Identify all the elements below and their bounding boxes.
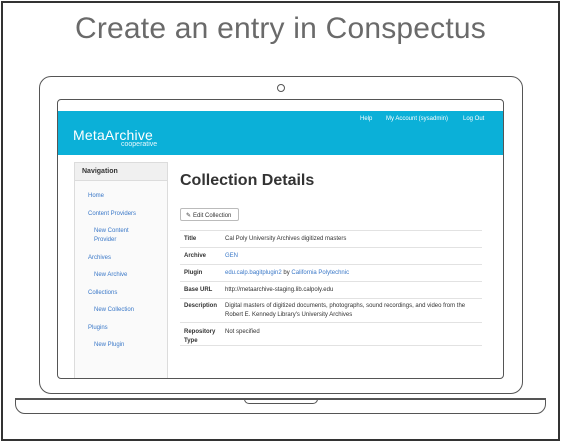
sidebar-item-new-content-provider[interactable]: New Content Provider [94, 227, 144, 244]
detail-row-title: Title Cal Poly University Archives digit… [180, 230, 482, 247]
slide-title: Create an entry in Conspectus [74, 12, 487, 45]
detail-label: Repository Type [184, 329, 216, 344]
detail-value: Cal Poly University Archives digitized m… [225, 236, 347, 242]
laptop-screen: MetaArchive cooperative Help My Account … [57, 99, 504, 379]
help-link[interactable]: Help [360, 116, 372, 122]
detail-label: Archive [184, 253, 207, 259]
my-account-link[interactable]: My Account (sysadmin) [386, 116, 448, 122]
edit-collection-button[interactable]: ✎ Edit Collection [180, 208, 239, 221]
detail-value: edu.calp.bagitplugin2 by California Poly… [225, 269, 480, 278]
detail-label: Base URL [184, 287, 213, 293]
detail-value: Not specified [225, 329, 260, 335]
detail-row-archive: Archive GEN [180, 247, 482, 264]
detail-row-plugin: Plugin edu.calp.bagitplugin2 by Californ… [180, 264, 482, 281]
detail-label: Description [184, 303, 218, 309]
laptop-notch [244, 399, 318, 404]
detail-label: Title [184, 236, 197, 242]
sidebar-item-new-archive[interactable]: New Archive [94, 271, 127, 280]
detail-row-description: Description Digital masters of digitized… [180, 298, 482, 322]
sidebar-item-collections[interactable]: Collections [88, 289, 117, 298]
logo-subtext: cooperative [121, 141, 158, 148]
detail-row-base-url: Base URL http://metaarchive-staging.lib.… [180, 281, 482, 298]
sidebar-item-plugins[interactable]: Plugins [88, 324, 108, 333]
app-header: MetaArchive cooperative Help My Account … [58, 111, 503, 155]
archive-link[interactable]: GEN [225, 252, 238, 261]
plugin-by: by [283, 270, 290, 276]
detail-value: Digital masters of digitized documents, … [225, 303, 466, 318]
sidebar-item-new-collection[interactable]: New Collection [94, 306, 134, 315]
camera-icon [277, 84, 285, 92]
edit-icon: ✎ [186, 213, 192, 219]
detail-value: http://metaarchive-staging.lib.calpoly.e… [225, 287, 334, 293]
navigation-heading: Navigation [75, 163, 167, 181]
detail-row-repository-type: Repository Type Not specified [180, 322, 482, 346]
sidebar-item-new-plugin[interactable]: New Plugin [94, 341, 124, 350]
detail-label: Plugin [184, 270, 203, 276]
sidebar-item-home[interactable]: Home [88, 192, 104, 201]
sidebar-item-content-providers[interactable]: Content Providers [88, 210, 136, 219]
sidebar-item-archives[interactable]: Archives [88, 254, 111, 263]
navigation-sidebar: Navigation Home Content Providers New Co… [74, 162, 168, 378]
edit-collection-label: Edit Collection [193, 213, 232, 219]
organization-link[interactable]: California Polytechnic [291, 270, 349, 276]
plugin-link[interactable]: edu.calp.bagitplugin2 [225, 270, 282, 276]
logout-link[interactable]: Log Out [463, 116, 484, 122]
page-title: Collection Details [180, 172, 315, 189]
